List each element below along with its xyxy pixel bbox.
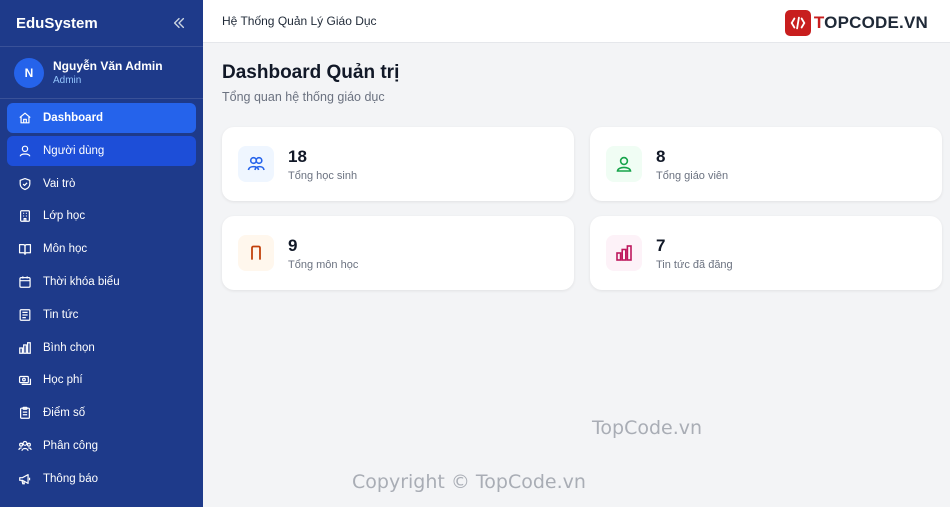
sidebar-item-label: Tin tức [43, 308, 79, 321]
sidebar-nav: Dashboard Người dùng Vai trò Lớp học Môn… [0, 99, 203, 501]
sidebar-item-timetable[interactable]: Thời khóa biểu [7, 267, 196, 297]
stat-card-teachers[interactable]: 8 Tổng giáo viên [590, 127, 942, 201]
page-title: Dashboard Quản trị [222, 62, 400, 83]
sidebar-item-label: Môn học [43, 243, 88, 256]
sidebar-item-tuition[interactable]: Học phí [7, 365, 196, 395]
topcode-logo-text: TOPCODE.VN [814, 13, 928, 33]
students-icon [238, 146, 274, 182]
sidebar-item-label: Dashboard [43, 112, 104, 124]
collapse-sidebar-icon[interactable] [171, 15, 187, 31]
user-name: Nguyễn Văn Admin [53, 58, 163, 73]
user-icon [18, 144, 32, 158]
book-icon [18, 242, 32, 256]
stat-value: 7 [656, 235, 666, 255]
stat-card-subjects[interactable]: 9 Tổng môn học [222, 216, 574, 290]
logo-suffix: OPCODE.VN [824, 13, 928, 32]
user-role: Admin [53, 74, 82, 86]
sidebar-item-label: Bình chọn [43, 341, 95, 354]
topcode-logo: TOPCODE.VN [784, 10, 928, 36]
sidebar-item-classes[interactable]: Lớp học [7, 201, 196, 231]
stat-label: Tổng môn học [288, 258, 359, 271]
teacher-icon [606, 146, 642, 182]
sidebar: EduSystem N Nguyễn Văn Admin Admin Dashb… [0, 0, 203, 507]
top-bar: Hệ Thống Quản Lý Giáo Dục TOPCODE.VN [203, 0, 950, 43]
sidebar-item-grades[interactable]: Điểm số [7, 398, 196, 428]
logo-prefix: T [813, 13, 825, 32]
system-title: Hệ Thống Quản Lý Giáo Dục [222, 14, 377, 28]
building-icon [18, 209, 32, 223]
clipboard-icon [18, 406, 32, 420]
stat-value: 8 [656, 146, 666, 166]
sidebar-item-news[interactable]: Tin tức [7, 300, 196, 330]
avatar: N [14, 57, 44, 88]
watermark-copyright: Copyright © TopCode.vn [352, 471, 586, 493]
calendar-icon [18, 275, 32, 289]
main-content: Dashboard Quản trị Tổng quan hệ thống gi… [222, 62, 942, 290]
sidebar-item-label: Lớp học [43, 210, 86, 223]
sidebar-item-label: Học phí [43, 374, 83, 387]
stat-card-news[interactable]: 7 Tin tức đã đăng [590, 216, 942, 290]
newspaper-icon [18, 308, 32, 322]
page-subtitle: Tổng quan hệ thống giáo dục [222, 90, 385, 104]
stat-label: Tổng giáo viên [656, 169, 729, 182]
stat-label: Tin tức đã đăng [656, 258, 733, 271]
user-info: Nguyễn Văn Admin Admin [53, 59, 163, 87]
megaphone-icon [18, 472, 32, 486]
sidebar-item-label: Thông báo [43, 472, 98, 485]
sidebar-item-assignments[interactable]: Phân công [7, 431, 196, 461]
sidebar-item-label: Phân công [43, 439, 98, 452]
watermark-center: TopCode.vn [592, 417, 703, 439]
sidebar-item-users[interactable]: Người dùng [7, 135, 196, 166]
sidebar-header: EduSystem [0, 0, 203, 47]
sidebar-item-label: Thời khóa biểu [43, 275, 120, 288]
home-icon [18, 111, 32, 125]
news-chart-icon [606, 235, 642, 271]
sidebar-item-polls[interactable]: Bình chọn [7, 333, 196, 363]
sidebar-item-label: Điểm số [43, 407, 86, 420]
subject-icon [238, 235, 274, 271]
topcode-logo-mark [784, 10, 811, 36]
stat-card-students[interactable]: 18 Tổng học sinh [222, 127, 574, 201]
stat-value: 18 [288, 146, 307, 166]
sidebar-item-roles[interactable]: Vai trò [7, 169, 196, 199]
sidebar-item-label: Vai trò [43, 177, 76, 190]
bar-chart-icon [18, 341, 32, 355]
money-icon [18, 373, 32, 387]
app-brand: EduSystem [16, 14, 98, 32]
stat-value: 9 [288, 235, 298, 255]
user-profile[interactable]: N Nguyễn Văn Admin Admin [0, 47, 203, 99]
shield-icon [18, 177, 32, 191]
sidebar-item-label: Người dùng [43, 144, 105, 157]
sidebar-item-subjects[interactable]: Môn học [7, 234, 196, 264]
stat-label: Tổng học sinh [288, 169, 358, 182]
sidebar-item-notifications[interactable]: Thông báo [7, 464, 196, 494]
sidebar-item-dashboard[interactable]: Dashboard [7, 103, 196, 133]
users-icon [18, 439, 32, 453]
